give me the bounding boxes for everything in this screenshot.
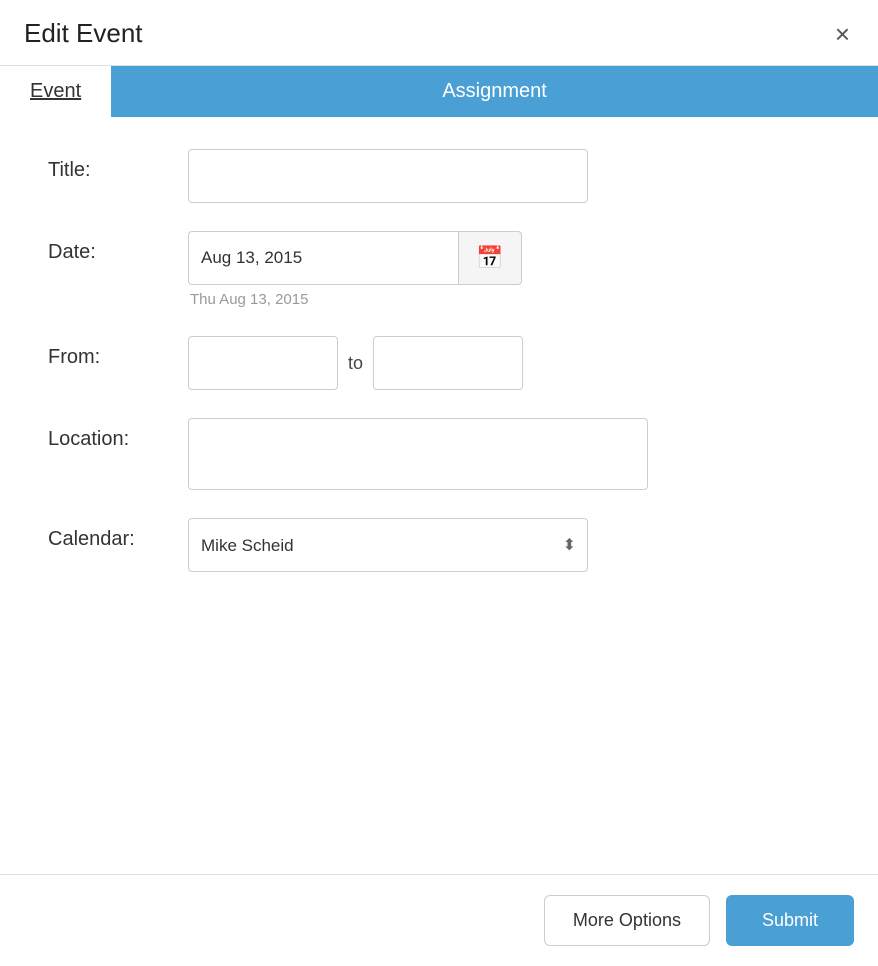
tab-event[interactable]: Event	[0, 66, 111, 117]
location-input[interactable]	[188, 418, 648, 490]
more-options-button[interactable]: More Options	[544, 895, 710, 946]
location-label: Location:	[48, 418, 188, 451]
to-time-input[interactable]	[373, 336, 523, 390]
date-hint: Thu Aug 13, 2015	[188, 291, 830, 308]
dialog-body: Title: Date: 📅 Thu Aug 13, 2015 From:	[0, 117, 878, 874]
from-row: From: to	[48, 336, 830, 390]
calendar-select-wrapper: Mike Scheid ⬍	[188, 518, 588, 572]
close-button[interactable]: ×	[831, 21, 854, 47]
dialog-header: Edit Event ×	[0, 0, 878, 66]
calendar-row: Calendar: Mike Scheid ⬍	[48, 518, 830, 572]
calendar-picker-button[interactable]: 📅	[458, 231, 522, 285]
calendar-icon: 📅	[476, 245, 503, 271]
from-control: to	[188, 336, 830, 390]
from-time-input[interactable]	[188, 336, 338, 390]
title-input[interactable]	[188, 149, 588, 203]
dialog-title: Edit Event	[24, 18, 143, 49]
calendar-label: Calendar:	[48, 518, 188, 551]
location-row: Location:	[48, 418, 830, 490]
time-range-row: to	[188, 336, 830, 390]
tabs-container: Event Assignment	[0, 66, 878, 117]
submit-button[interactable]: Submit	[726, 895, 854, 946]
dialog-footer: More Options Submit	[0, 874, 878, 966]
from-label: From:	[48, 336, 188, 369]
edit-event-dialog: Edit Event × Event Assignment Title: Dat…	[0, 0, 878, 966]
title-row: Title:	[48, 149, 830, 203]
tab-assignment[interactable]: Assignment	[111, 66, 878, 117]
location-control	[188, 418, 830, 490]
to-separator: to	[348, 353, 363, 374]
date-label: Date:	[48, 231, 188, 264]
date-row: Date: 📅 Thu Aug 13, 2015	[48, 231, 830, 308]
title-control	[188, 149, 830, 203]
title-label: Title:	[48, 149, 188, 182]
date-input-row: 📅	[188, 231, 830, 285]
calendar-control: Mike Scheid ⬍	[188, 518, 830, 572]
date-control: 📅 Thu Aug 13, 2015	[188, 231, 830, 308]
calendar-select[interactable]: Mike Scheid	[188, 518, 588, 572]
date-input[interactable]	[188, 231, 458, 285]
